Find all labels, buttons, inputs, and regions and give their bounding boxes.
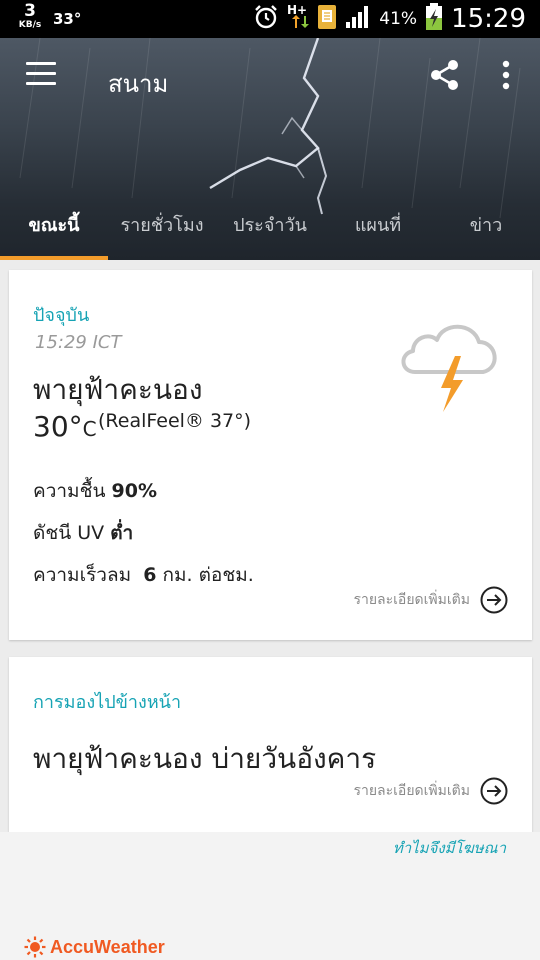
outlook-text: พายุฟ้าคะนอง บ่ายวันอังคาร [33, 742, 377, 775]
current-conditions-card[interactable]: ปัจจุบัน 15:29 ICT พายุฟ้าคะนอง 30°C (Re… [9, 270, 532, 640]
network-speed: 3 KB/s [14, 3, 46, 30]
accuweather-logo[interactable]: AccuWeather [24, 936, 165, 958]
status-bar: 3 KB/s 33° H+ 41% 15:29 [0, 0, 540, 38]
outlook-card[interactable]: การมองไปข้างหน้า พายุฟ้าคะนอง บ่ายวันอัง… [9, 657, 532, 832]
wind-label: ความเร็วลม [33, 564, 132, 586]
tab-now[interactable]: ขณะนี้ [0, 202, 108, 260]
current-label: ปัจจุบัน [33, 305, 90, 326]
realfeel-temperature: (RealFeel® 37°) [98, 410, 252, 432]
network-speed-unit: KB/s [18, 20, 42, 30]
share-icon [431, 60, 458, 90]
battery-percent: 41% [379, 9, 418, 29]
more-options-button[interactable] [496, 58, 516, 92]
tab-daily[interactable]: ประจำวัน [216, 202, 324, 260]
brand-name: AccuWeather [50, 936, 165, 957]
alarm-icon [253, 4, 279, 34]
more-details-label: รายละเอียดเพิ่มเติม [353, 783, 470, 799]
humidity-row: ความชื้น 90% [33, 476, 157, 506]
arrow-right-circle-icon [480, 586, 508, 614]
more-details-label: รายละเอียดเพิ่มเติม [353, 592, 470, 608]
battery-charging-icon [425, 3, 443, 35]
network-speed-value: 3 [24, 1, 36, 21]
current-condition: พายุฟ้าคะนอง [33, 373, 203, 406]
uv-label: ดัชนี UV [33, 522, 105, 544]
uv-row: ดัชนี UV ต่ำ [33, 518, 133, 548]
thunderstorm-icon [401, 324, 497, 412]
observation-time: 15:29 ICT [35, 332, 122, 353]
menu-icon [26, 62, 56, 65]
share-button[interactable] [428, 58, 462, 92]
menu-icon-bar [26, 72, 56, 75]
app-header: สนาม ขณะนี้ รายชั่วโมง ประจำวัน แผนที่ ข… [0, 38, 540, 260]
tab-maps[interactable]: แผนที่ [324, 202, 432, 260]
menu-button[interactable] [26, 62, 58, 88]
uv-value: ต่ำ [110, 522, 134, 544]
current-temperature: 30°C [33, 410, 97, 443]
arrow-right-circle-icon [480, 777, 508, 805]
status-temperature: 33° [53, 10, 82, 28]
why-ads-link[interactable]: ทำไมจึงมีโฆษณา [393, 836, 506, 860]
more-vert-icon [502, 60, 510, 90]
ad-area: ทำไมจึงมีโฆษณา AccuWeather [0, 832, 540, 960]
menu-icon-bar [26, 82, 56, 85]
tab-hourly[interactable]: รายชั่วโมง [108, 202, 216, 260]
tab-bar: ขณะนี้ รายชั่วโมง ประจำวัน แผนที่ ข่าว [0, 202, 540, 260]
temperature-value: 30° [33, 410, 83, 443]
location-title: สนาม [108, 70, 169, 98]
wind-unit: กม. ต่อชม. [162, 564, 254, 586]
status-clock: 15:29 [451, 4, 526, 34]
wind-value: 6 [143, 564, 157, 586]
sim-icon [317, 4, 337, 34]
humidity-label: ความชื้น [33, 480, 106, 502]
wind-row: ความเร็วลม 6 กม. ต่อชม. [33, 560, 254, 590]
outlook-label: การมองไปข้างหน้า [33, 692, 182, 713]
tab-news[interactable]: ข่าว [432, 202, 540, 260]
signal-icon [345, 5, 371, 33]
current-more-details-link[interactable]: รายละเอียดเพิ่มเติม [353, 586, 508, 614]
humidity-value: 90% [111, 480, 157, 502]
svg-text:H+: H+ [287, 3, 307, 17]
temperature-unit: C [82, 417, 97, 441]
sun-icon [24, 936, 46, 958]
data-arrows-icon: H+ [287, 2, 310, 36]
outlook-more-details-link[interactable]: รายละเอียดเพิ่มเติม [353, 777, 508, 805]
